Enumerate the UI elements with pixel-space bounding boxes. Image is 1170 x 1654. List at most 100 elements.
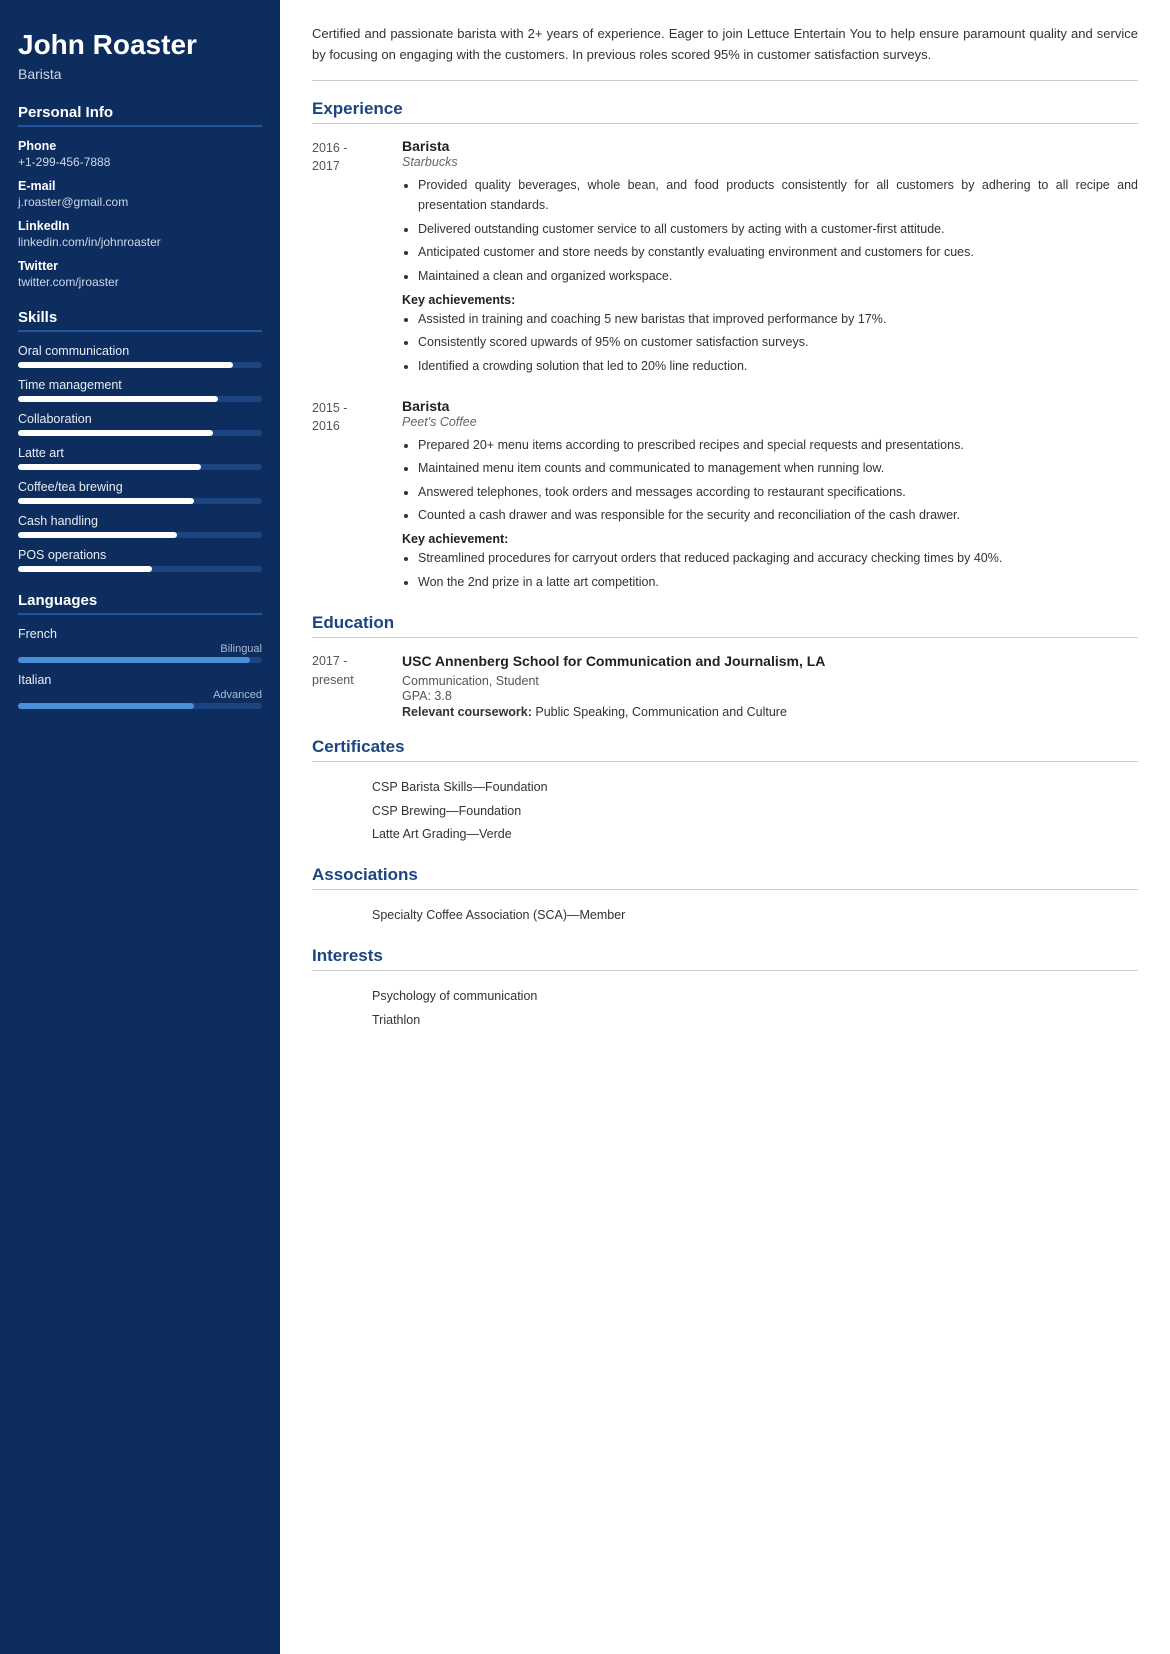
exp-bullets: Provided quality beverages, whole bean, … — [402, 175, 1138, 287]
summary-text: Certified and passionate barista with 2+… — [312, 24, 1138, 81]
languages-heading: Languages — [18, 592, 262, 615]
edu-content: USC Annenberg School for Communication a… — [402, 652, 1138, 719]
skill-name: Time management — [18, 378, 262, 392]
languages-list: French Bilingual Italian Advanced — [18, 627, 262, 709]
skill-name: Cash handling — [18, 514, 262, 528]
skill-bar-background — [18, 430, 262, 436]
certificate-item: CSP Brewing—Foundation — [372, 800, 1138, 824]
experience-entry: 2015 - 2016BaristaPeet's CoffeePrepared … — [312, 398, 1138, 596]
edu-gpa: GPA: 3.8 — [402, 689, 1138, 703]
skill-bar-background — [18, 396, 262, 402]
skill-bar-background — [18, 532, 262, 538]
exp-date: 2016 - 2017 — [312, 138, 402, 380]
sidebar: John Roaster Barista Personal Info Phone… — [0, 0, 280, 1654]
skill-item: Collaboration — [18, 412, 262, 436]
exp-bullet: Maintained a clean and organized workspa… — [418, 266, 1138, 287]
interests-heading: Interests — [312, 946, 1138, 971]
language-bar-background — [18, 657, 262, 663]
language-bar-background — [18, 703, 262, 709]
exp-company: Starbucks — [402, 155, 1138, 169]
experience-list: 2016 - 2017BaristaStarbucks Provided qual… — [312, 138, 1138, 596]
twitter-value: twitter.com/jroaster — [18, 275, 262, 289]
exp-bullet: Prepared 20+ menu items according to pre… — [418, 435, 1138, 456]
skill-bar-fill — [18, 430, 213, 436]
skill-name: Latte art — [18, 446, 262, 460]
personal-info-heading: Personal Info — [18, 104, 262, 127]
skill-name: Coffee/tea brewing — [18, 480, 262, 494]
edu-date: 2017 - present — [312, 652, 402, 719]
linkedin-label: LinkedIn — [18, 219, 262, 233]
skill-bar-background — [18, 498, 262, 504]
interests-section: Interests Psychology of communicationTri… — [312, 946, 1138, 1033]
exp-date: 2015 - 2016 — [312, 398, 402, 596]
resume-container: John Roaster Barista Personal Info Phone… — [0, 0, 1170, 1654]
email-value: j.roaster@gmail.com — [18, 195, 262, 209]
education-entry: 2017 - presentUSC Annenberg School for C… — [312, 652, 1138, 719]
exp-job-title: Barista — [402, 138, 1138, 154]
exp-bullets: Prepared 20+ menu items according to pre… — [402, 435, 1138, 527]
skill-bar-background — [18, 362, 262, 368]
key-achievement-item: Streamlined procedures for carryout orde… — [418, 548, 1138, 569]
skill-item: Oral communication — [18, 344, 262, 368]
associations-list: Specialty Coffee Association (SCA)—Membe… — [312, 904, 1138, 928]
twitter-label: Twitter — [18, 259, 262, 273]
skill-item: Cash handling — [18, 514, 262, 538]
skills-heading: Skills — [18, 309, 262, 332]
key-achievement-item: Assisted in training and coaching 5 new … — [418, 309, 1138, 330]
interest-item: Triathlon — [372, 1009, 1138, 1033]
associations-section: Associations Specialty Coffee Associatio… — [312, 865, 1138, 928]
key-achievement-item: Identified a crowding solution that led … — [418, 356, 1138, 377]
key-achievements-list: Assisted in training and coaching 5 new … — [402, 309, 1138, 377]
association-item: Specialty Coffee Association (SCA)—Membe… — [372, 904, 1138, 928]
skill-bar-fill — [18, 396, 218, 402]
certificate-item: CSP Barista Skills—Foundation — [372, 776, 1138, 800]
candidate-title: Barista — [18, 66, 262, 82]
language-level-label: Advanced — [18, 689, 262, 701]
experience-section: Experience 2016 - 2017BaristaStarbucksPr… — [312, 99, 1138, 596]
exp-bullet: Anticipated customer and store needs by … — [418, 242, 1138, 263]
associations-heading: Associations — [312, 865, 1138, 890]
exp-bullet: Counted a cash drawer and was responsibl… — [418, 505, 1138, 526]
language-item: Italian Advanced — [18, 673, 262, 709]
language-bar-fill — [18, 657, 250, 663]
skill-item: Latte art — [18, 446, 262, 470]
skill-name: POS operations — [18, 548, 262, 562]
exp-content: BaristaPeet's CoffeePrepared 20+ menu it… — [402, 398, 1138, 596]
skill-bar-fill — [18, 498, 194, 504]
key-achievements-list: Streamlined procedures for carryout orde… — [402, 548, 1138, 592]
education-heading: Education — [312, 613, 1138, 638]
language-name: French — [18, 627, 262, 641]
exp-bullet: Maintained menu item counts and communic… — [418, 458, 1138, 479]
certificates-section: Certificates CSP Barista Skills—Foundati… — [312, 737, 1138, 847]
language-level-label: Bilingual — [18, 643, 262, 655]
edu-field: Communication, Student — [402, 674, 1138, 688]
exp-bullet: Answered telephones, took orders and mes… — [418, 482, 1138, 503]
key-achievement-item: Consistently scored upwards of 95% on cu… — [418, 332, 1138, 353]
skills-list: Oral communication Time management Collabo… — [18, 344, 262, 572]
exp-bullet: Provided quality beverages, whole bean, … — [418, 175, 1138, 216]
language-bar-fill — [18, 703, 194, 709]
education-section: Education 2017 - presentUSC Annenberg Sc… — [312, 613, 1138, 719]
email-label: E-mail — [18, 179, 262, 193]
candidate-name: John Roaster — [18, 28, 262, 62]
skill-name: Collaboration — [18, 412, 262, 426]
phone-label: Phone — [18, 139, 262, 153]
main-content: Certified and passionate barista with 2+… — [280, 0, 1170, 1654]
exp-company: Peet's Coffee — [402, 415, 1138, 429]
certificates-heading: Certificates — [312, 737, 1138, 762]
skill-bar-background — [18, 464, 262, 470]
skill-bar-fill — [18, 566, 152, 572]
skill-bar-background — [18, 566, 262, 572]
language-name: Italian — [18, 673, 262, 687]
skill-name: Oral communication — [18, 344, 262, 358]
certificate-item: Latte Art Grading—Verde — [372, 823, 1138, 847]
phone-value: +1-299-456-7888 — [18, 155, 262, 169]
experience-entry: 2016 - 2017BaristaStarbucks Provided qual… — [312, 138, 1138, 380]
language-item: French Bilingual — [18, 627, 262, 663]
skill-bar-fill — [18, 362, 233, 368]
linkedin-value: linkedin.com/in/johnroaster — [18, 235, 262, 249]
key-achievement-label: Key achievements: — [402, 293, 1138, 307]
edu-institution: USC Annenberg School for Communication a… — [402, 652, 1138, 672]
interests-list: Psychology of communicationTriathlon — [312, 985, 1138, 1033]
key-achievement-label: Key achievement: — [402, 532, 1138, 546]
